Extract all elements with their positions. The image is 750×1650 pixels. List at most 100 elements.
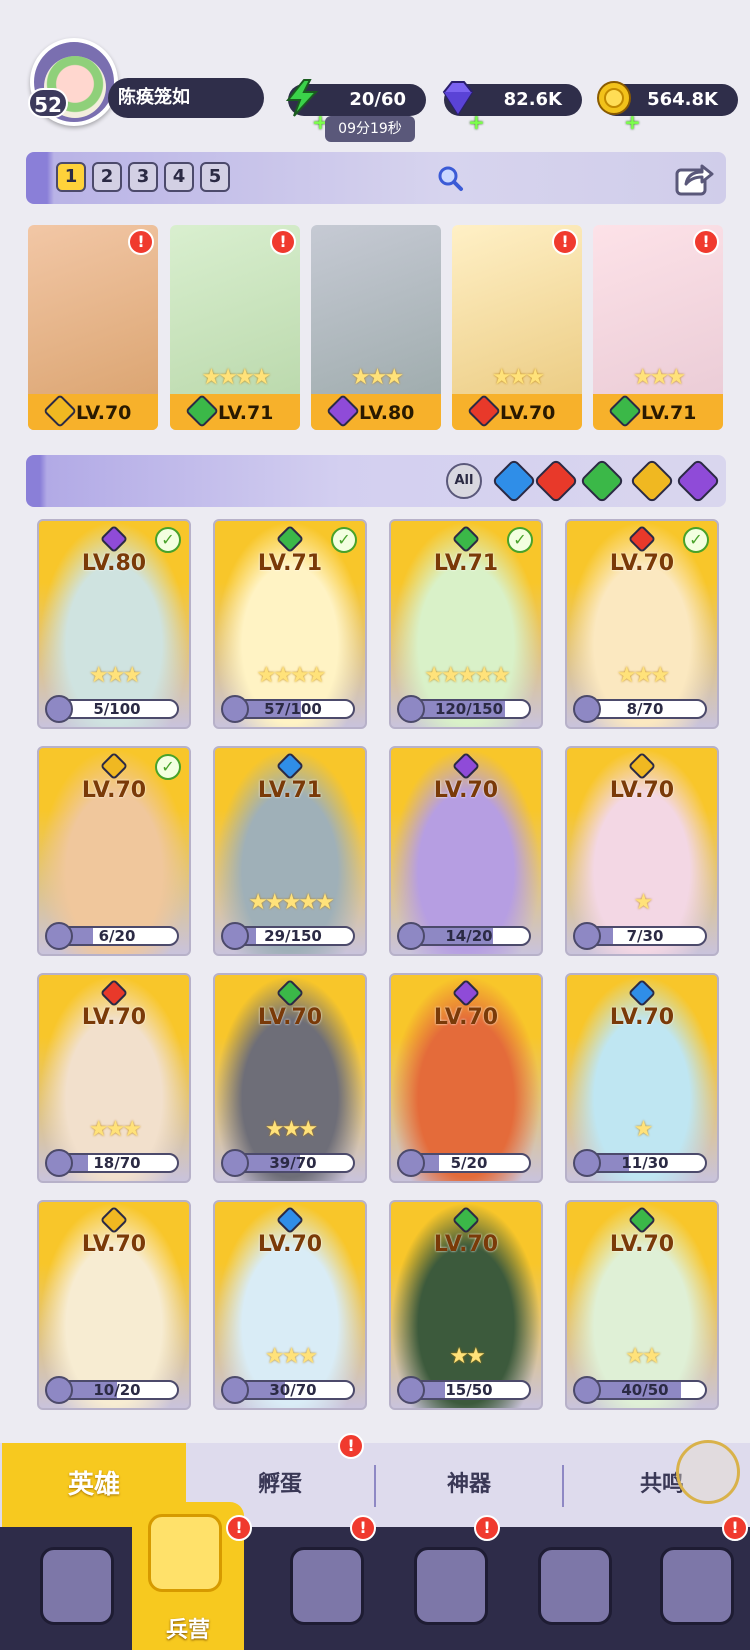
cards-icon (40, 1547, 114, 1625)
hero-stars: ★★★ (88, 663, 142, 688)
hero-level: LV.71 (641, 402, 697, 424)
hero-stars: ★★★ (264, 1344, 318, 1369)
shard-progress-bar: 11/30 (583, 1153, 707, 1173)
hero-card[interactable]: LV.70 ★★★ 30/70 (213, 1200, 367, 1410)
energy-counter[interactable]: + 20/60 (285, 79, 426, 134)
shard-progress-text: 40/50 (621, 1381, 669, 1399)
player-name[interactable]: 陈痪笼如 (108, 78, 264, 118)
hero-card[interactable]: LV.70 10/20 (37, 1200, 191, 1410)
gem-counter[interactable]: + 82.6K (442, 81, 582, 134)
coin-value: 564.8K (647, 89, 718, 110)
alert-badge: ! (722, 1515, 748, 1541)
shard-icon (221, 1149, 249, 1177)
shard-progress-text: 5/20 (450, 1154, 488, 1172)
map-icon (290, 1547, 364, 1625)
share-icon[interactable] (674, 160, 714, 196)
hero-level: LV.70 (81, 1232, 147, 1257)
hero-card[interactable]: LV.70 ★ 7/30 (565, 746, 719, 956)
shard-icon (45, 1149, 73, 1177)
barracks-icon (148, 1514, 222, 1592)
nav-mushroom[interactable] (508, 1527, 638, 1650)
shard-progress-bar: 5/100 (55, 699, 179, 719)
team-tab-2[interactable]: 2 (92, 162, 122, 192)
hero-level: LV.70 (257, 1232, 323, 1257)
floating-compass-button[interactable] (676, 1440, 740, 1504)
hero-stars: ★★★★ (201, 365, 272, 390)
team-tab-4[interactable]: 4 (164, 162, 194, 192)
castle-icon (414, 1547, 488, 1625)
alert-badge: ! (474, 1515, 500, 1541)
filter-dark-icon[interactable] (675, 458, 721, 504)
shard-progress-bar: 120/150 (407, 699, 531, 719)
coin-counter[interactable]: + 564.8K (597, 81, 738, 134)
hero-stars: ★★★ (616, 663, 670, 688)
hero-level: LV.70 (609, 551, 675, 576)
energy-value: 20/60 (349, 89, 406, 110)
hero-level: LV.70 (257, 1005, 323, 1030)
hero-stars: ★★★ (632, 365, 686, 390)
shard-icon (397, 1376, 425, 1404)
checkmark-icon: ✓ (155, 527, 181, 553)
shard-progress-text: 120/150 (434, 700, 504, 718)
team-slot[interactable]: ★★★ LV.70! (452, 225, 582, 430)
hero-card[interactable]: LV.70 14/20 (389, 746, 543, 956)
filter-fire-icon[interactable] (533, 458, 579, 504)
hero-stars: ★★★ (350, 365, 404, 390)
hero-card[interactable]: LV.70 ★★ 15/50 (389, 1200, 543, 1410)
team-tab-1[interactable]: 1 (56, 162, 86, 192)
hero-card[interactable]: LV.71 ★★★★★ 29/150 (213, 746, 367, 956)
team-slot[interactable]: ★★★★ LV.71! (170, 225, 300, 430)
hero-stars: ★★ (449, 1344, 485, 1369)
hero-card[interactable]: LV.70 ★★★ 18/70 (37, 973, 191, 1183)
team-tab-3[interactable]: 3 (128, 162, 158, 192)
element-filter-bar: All (26, 455, 726, 507)
shard-icon (45, 1376, 73, 1404)
shard-progress-text: 30/70 (269, 1381, 317, 1399)
alert-badge: ! (338, 1433, 364, 1459)
nav-barracks-label: 兵营 (165, 1618, 210, 1643)
hero-card[interactable]: ✓ LV.70 6/20 (37, 746, 191, 956)
filter-all-button[interactable]: All (446, 463, 482, 499)
filter-light-icon[interactable] (629, 458, 675, 504)
mushroom-icon (538, 1547, 612, 1625)
team-tab-5[interactable]: 5 (200, 162, 230, 192)
shard-progress-bar: 30/70 (231, 1380, 355, 1400)
hero-card[interactable]: LV.70 ★★★ 39/70 (213, 973, 367, 1183)
shard-progress-bar: 39/70 (231, 1153, 355, 1173)
nav-cards[interactable] (10, 1527, 140, 1650)
filter-water-icon[interactable] (491, 458, 537, 504)
hero-card[interactable]: LV.70 ★★ 40/50 (565, 1200, 719, 1410)
hero-stars: ★★★★★ (424, 663, 511, 688)
hero-card[interactable]: ✓ LV.71 ★★★★ 57/100 (213, 519, 367, 729)
team-slot[interactable]: ★★★ LV.71! (593, 225, 723, 430)
shard-progress-bar: 10/20 (55, 1380, 179, 1400)
hero-stars: ★★★ (88, 1117, 142, 1142)
search-icon[interactable] (436, 164, 464, 192)
bottom-nav: 兵营 ! ! ! ! (0, 1502, 750, 1650)
hero-level: LV.71 (257, 551, 323, 576)
nav-guild[interactable] (630, 1527, 750, 1650)
hero-card[interactable]: ✓ LV.71 ★★★★★ 120/150 (389, 519, 543, 729)
shard-icon (397, 922, 425, 950)
hero-stars: ★ (633, 890, 654, 915)
alert-badge: ! (226, 1515, 252, 1541)
subnav-tab-artifacts[interactable]: 神器 (376, 1443, 562, 1527)
shard-progress-text: 7/30 (626, 927, 664, 945)
filter-nature-icon[interactable] (579, 458, 625, 504)
shard-progress-text: 15/50 (445, 1381, 493, 1399)
shard-icon (573, 922, 601, 950)
team-slot[interactable]: LV.70! (28, 225, 158, 430)
hero-subnav: 英雄 孵蛋 神器 共鸣 ! (0, 1433, 750, 1527)
nav-map[interactable] (260, 1527, 390, 1650)
hero-card[interactable]: ✓ LV.80 ★★★ 5/100 (37, 519, 191, 729)
hero-level: LV.71 (433, 551, 499, 576)
shard-icon (221, 1376, 249, 1404)
shard-progress-text: 6/20 (98, 927, 136, 945)
nav-castle[interactable] (384, 1527, 514, 1650)
team-slot[interactable]: ★★★ LV.80 (311, 225, 441, 430)
checkmark-icon: ✓ (683, 527, 709, 553)
hero-card[interactable]: LV.70 ★ 11/30 (565, 973, 719, 1183)
hero-card[interactable]: LV.70 5/20 (389, 973, 543, 1183)
gem-value: 82.6K (503, 89, 562, 110)
hero-card[interactable]: ✓ LV.70 ★★★ 8/70 (565, 519, 719, 729)
